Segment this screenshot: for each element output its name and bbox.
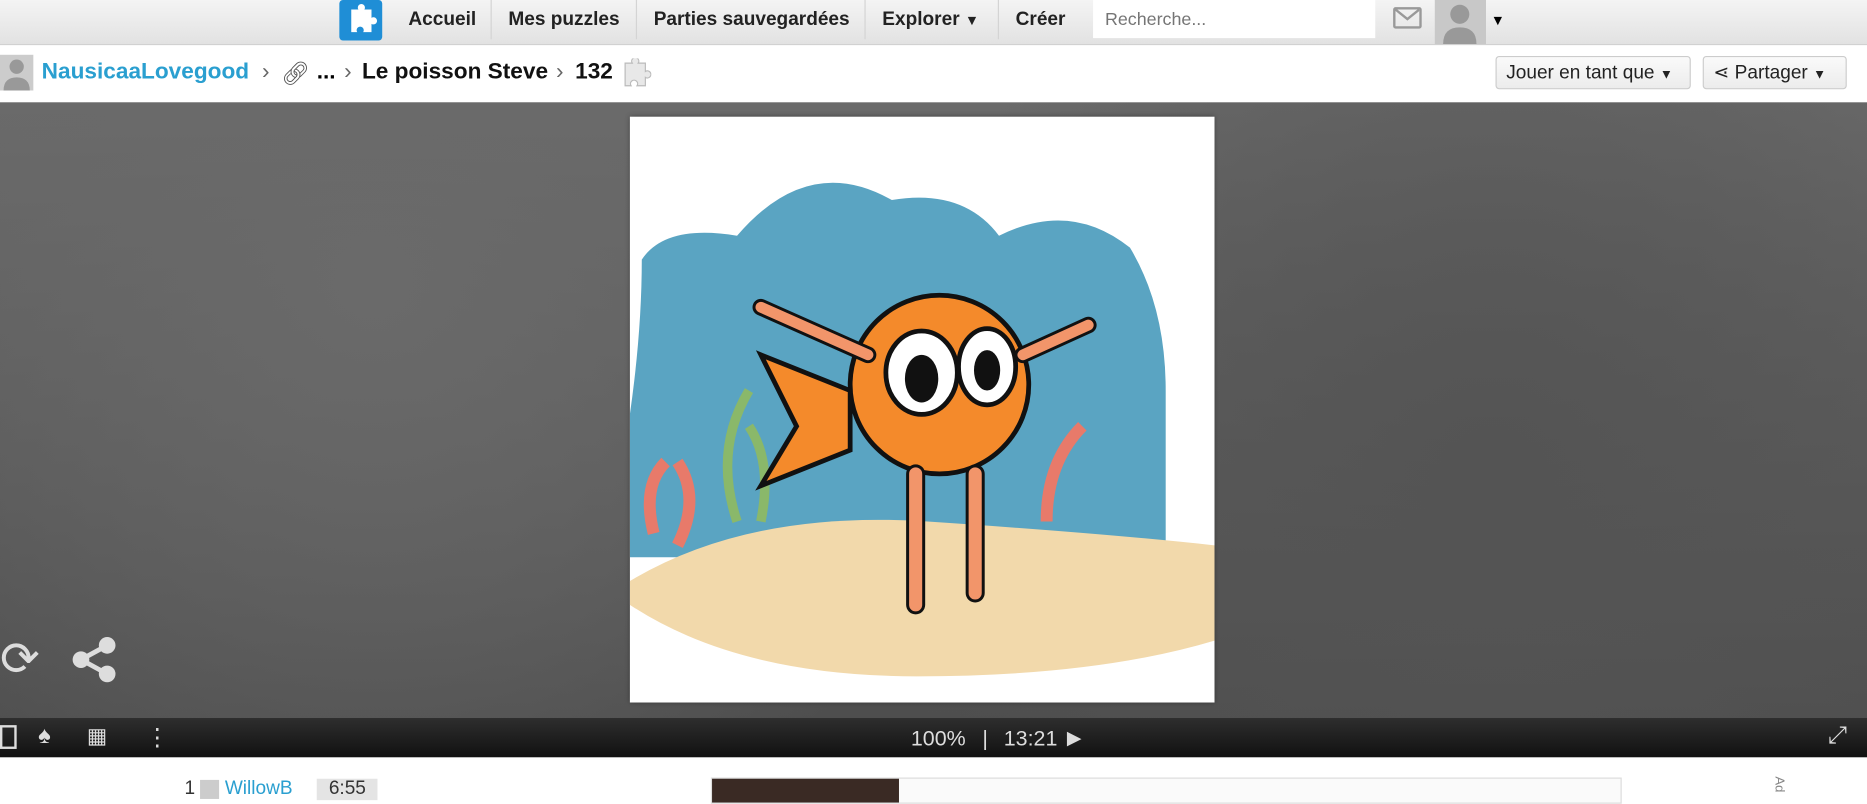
- chevron-down-icon: ▼: [964, 11, 980, 29]
- score-time: 6:55: [316, 778, 378, 801]
- puzzle-play-area[interactable]: ⟳: [0, 102, 1867, 718]
- user-menu-chevron-icon[interactable]: ▼: [1491, 12, 1505, 29]
- play-icon[interactable]: ▶: [1067, 726, 1082, 750]
- puzzle-piece-icon: [620, 56, 652, 95]
- separator: |: [982, 726, 988, 751]
- chevron-right-icon: ›: [556, 59, 564, 85]
- image-preview-icon[interactable]: [0, 725, 17, 749]
- chevron-right-icon: ›: [261, 59, 270, 85]
- share-icon[interactable]: [71, 636, 119, 690]
- share-button[interactable]: ⋖ Partager ▼: [1702, 55, 1847, 90]
- play-as-button[interactable]: Jouer en tant que ▼: [1495, 55, 1691, 90]
- more-menu-icon[interactable]: ⋮: [145, 723, 169, 753]
- ghost-icon[interactable]: ♠: [38, 723, 51, 750]
- top-navigation: Accueil Mes puzzles Parties sauvegardées…: [0, 0, 1867, 46]
- nav-mes-puzzles[interactable]: Mes puzzles: [490, 0, 620, 40]
- nav-explorer[interactable]: Explorer ▼: [864, 0, 980, 40]
- nav-parties-sauvegardees[interactable]: Parties sauvegardées: [635, 0, 850, 40]
- site-logo-puzzle-icon[interactable]: [339, 0, 383, 41]
- score-rank: 1: [184, 778, 196, 799]
- mail-icon[interactable]: [1393, 7, 1422, 29]
- ad-label: Ad: [1771, 776, 1787, 793]
- link-icon: 🔗︎: [281, 61, 310, 87]
- fullscreen-icon[interactable]: ⤢: [1828, 723, 1847, 750]
- timer: 13:21: [1003, 726, 1058, 751]
- chevron-down-icon: ▼: [1659, 67, 1673, 83]
- search-input[interactable]: [1093, 0, 1376, 39]
- user-avatar-small: [200, 779, 220, 799]
- puzzle-toolbar: ♠ ▦ ⋮ 100% | 13:21 ▶ ⤢: [0, 717, 1867, 758]
- chevron-right-icon: ›: [344, 59, 352, 85]
- grid-icon[interactable]: ▦: [87, 724, 107, 749]
- share-label: Partager: [1734, 63, 1808, 84]
- breadcrumb-ellipsis[interactable]: ...: [317, 60, 336, 86]
- user-avatar-small: [0, 54, 34, 91]
- nav-accueil[interactable]: Accueil: [392, 0, 476, 39]
- share-icon: ⋖: [1713, 63, 1730, 84]
- refresh-icon[interactable]: ⟳: [0, 632, 40, 687]
- breadcrumb-user-link[interactable]: NausicaaLovegood: [42, 60, 249, 86]
- breadcrumb-title: Le poisson Steve: [361, 59, 549, 85]
- score-user-link[interactable]: WillowB: [225, 779, 293, 799]
- nav-creer[interactable]: Créer: [997, 0, 1065, 40]
- chevron-down-icon: ▼: [1813, 67, 1827, 83]
- piece-count: 132: [575, 59, 613, 85]
- scoreboard-row: 1 WillowB 6:55: [184, 778, 378, 801]
- user-avatar[interactable]: [1434, 0, 1486, 45]
- nav-explorer-label: Explorer: [882, 9, 960, 30]
- zoom-level: 100%: [910, 726, 966, 751]
- puzzle-image: [629, 116, 1215, 703]
- play-as-label: Jouer en tant que: [1506, 63, 1655, 84]
- advertisement[interactable]: [710, 777, 1622, 804]
- ad-image: [712, 778, 899, 803]
- breadcrumb: NausicaaLovegood › 🔗︎ ... › Le poisson S…: [0, 45, 1867, 103]
